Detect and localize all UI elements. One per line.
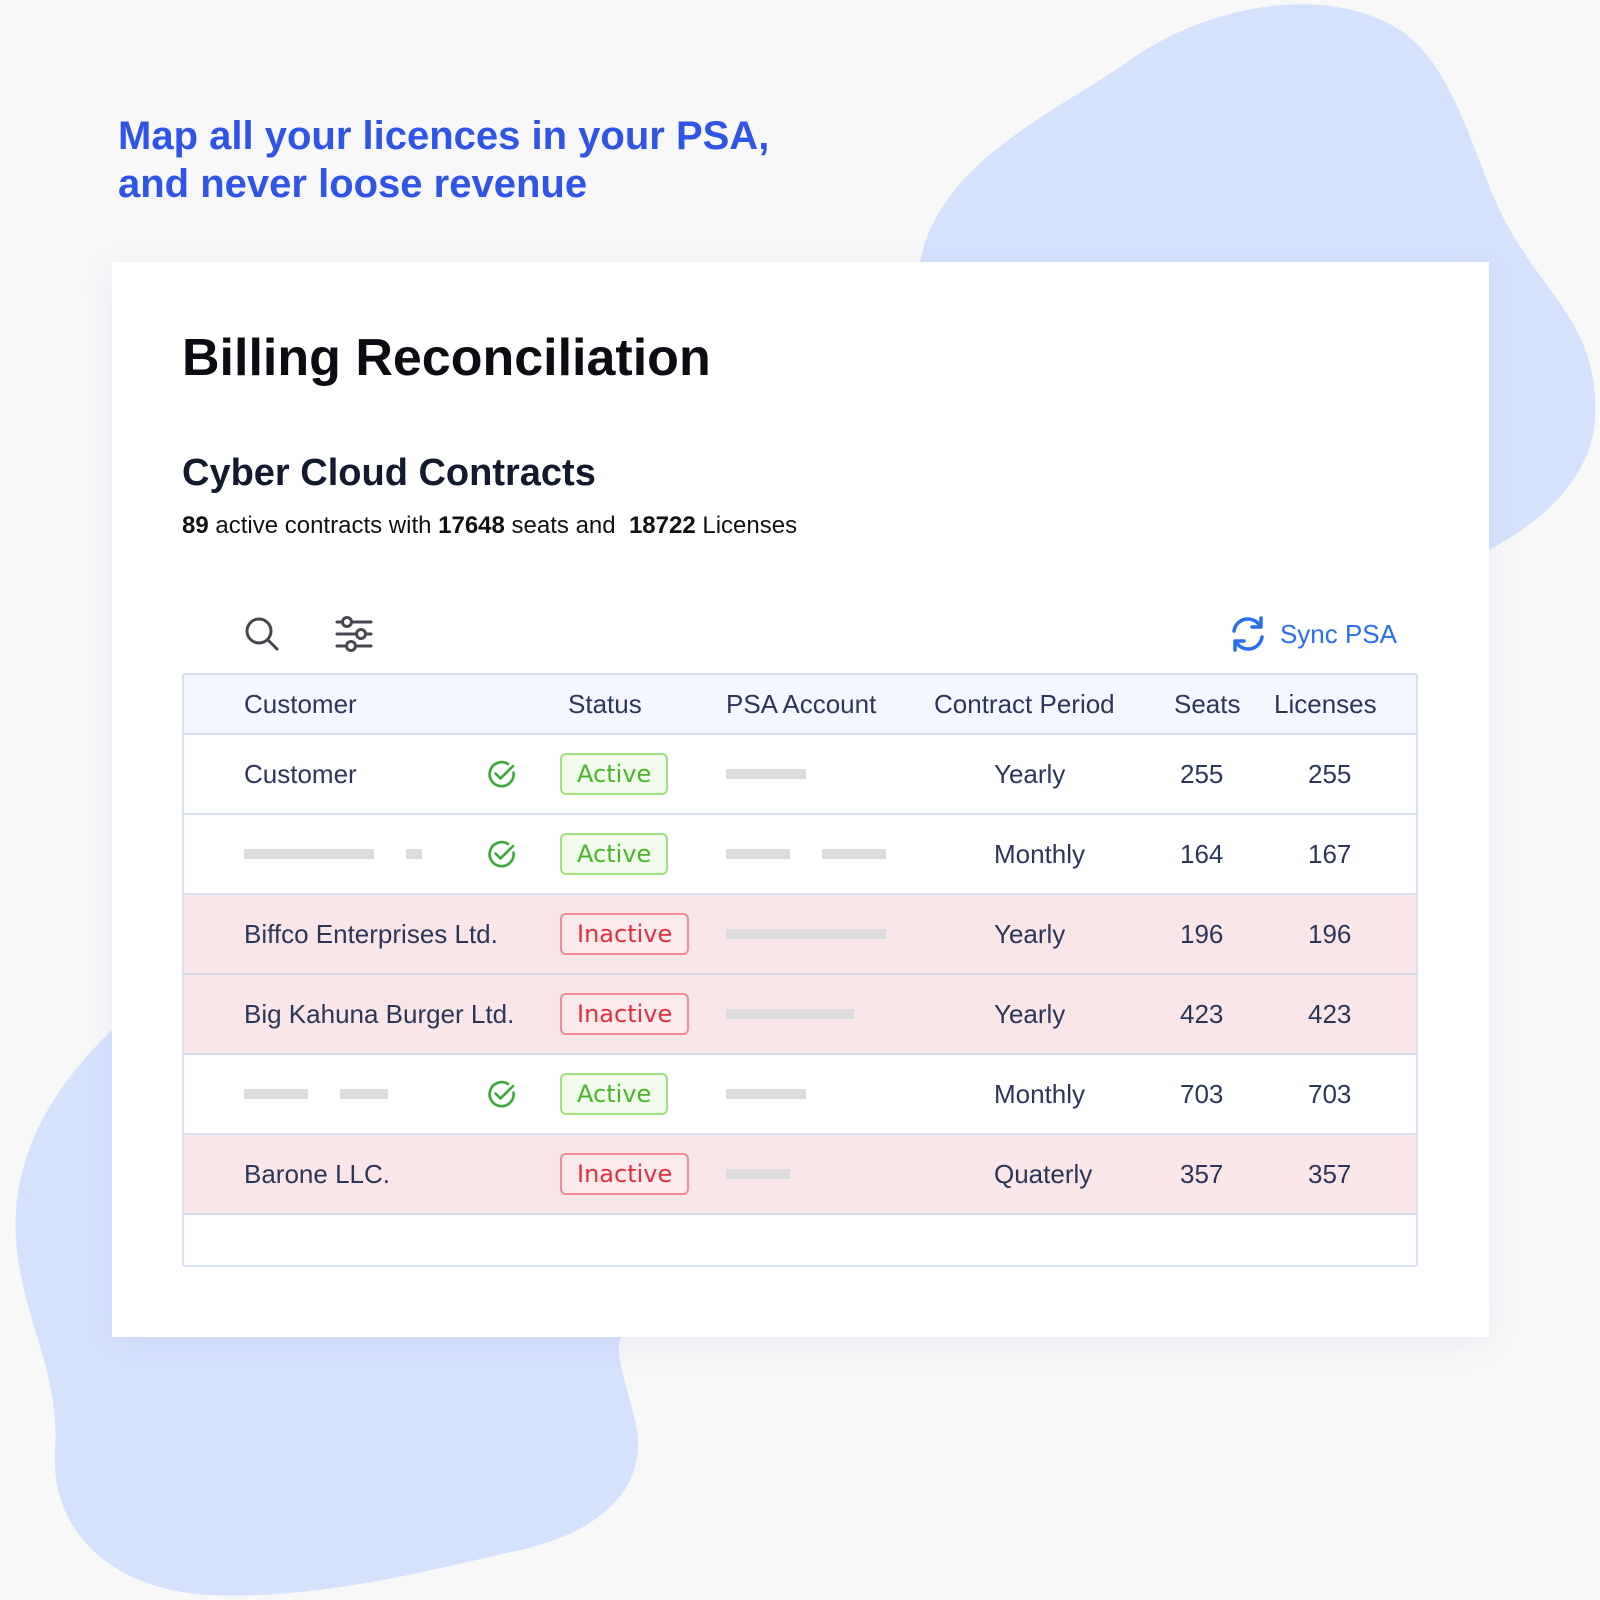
sync-psa-label: Sync PSA — [1279, 618, 1397, 649]
licenses-count: 255 — [1308, 758, 1352, 789]
status-badge: Active — [560, 1073, 669, 1115]
psa-account-placeholder — [726, 735, 806, 813]
status-badge: Inactive — [560, 993, 690, 1035]
psa-account-placeholder — [726, 1135, 790, 1213]
seats-count: 423 — [1180, 998, 1224, 1029]
customer-name: Biffco Enterprises Ltd. — [244, 918, 498, 949]
sync-psa-button[interactable]: Sync PSA — [1228, 612, 1397, 656]
licenses-count: 703 — [1308, 1078, 1352, 1109]
licenses-count: 423 — [1308, 998, 1352, 1029]
contract-period: Yearly — [994, 918, 1066, 949]
summary-text-2: seats and — [504, 512, 629, 539]
summary-contracts-count: 89 — [182, 512, 209, 539]
table-row[interactable]: Big Kahuna Burger Ltd. Inactive Yearly 4… — [184, 975, 1416, 1055]
psa-account-placeholder — [726, 1055, 806, 1133]
seats-count: 255 — [1180, 758, 1224, 789]
column-header-seats[interactable]: Seats — [1174, 675, 1241, 733]
contracts-table: Customer Status PSA Account Contract Per… — [182, 673, 1418, 1267]
customer-name: Big Kahuna Burger Ltd. — [244, 998, 515, 1029]
filter-button[interactable] — [332, 612, 376, 656]
section-title: Cyber Cloud Contracts — [182, 452, 596, 494]
summary-text-3: Licenses — [695, 512, 798, 539]
status-badge: Active — [560, 753, 669, 795]
seats-count: 357 — [1180, 1158, 1224, 1189]
customer-name: Barone LLC. — [244, 1158, 390, 1189]
column-header-licenses[interactable]: Licenses — [1274, 675, 1377, 733]
psa-account-placeholder — [726, 895, 886, 973]
column-header-contract-period[interactable]: Contract Period — [934, 675, 1115, 733]
contract-period: Quaterly — [994, 1158, 1093, 1189]
contracts-summary: 89 active contracts with 17648 seats and… — [182, 512, 797, 540]
verified-check-icon — [486, 815, 518, 893]
refresh-icon — [1232, 616, 1264, 652]
summary-licenses-count: 18722 — [628, 512, 696, 539]
table-row[interactable]: Biffco Enterprises Ltd. Inactive Yearly … — [184, 895, 1416, 975]
summary-seats-count: 17648 — [438, 512, 505, 539]
table-row[interactable]: Barone LLC. Inactive Quaterly 357 357 — [184, 1135, 1416, 1215]
status-badge: Active — [560, 833, 669, 875]
search-button[interactable] — [240, 612, 284, 656]
table-row[interactable]: Active Monthly 703 703 — [184, 1055, 1416, 1135]
search-icon — [245, 617, 279, 651]
contract-period: Monthly — [994, 1078, 1086, 1109]
column-header-customer[interactable]: Customer — [244, 675, 357, 733]
customer-name: Customer — [244, 758, 357, 789]
contract-period: Yearly — [994, 998, 1066, 1029]
status-badge: Inactive — [560, 913, 690, 955]
contract-period: Monthly — [994, 838, 1086, 869]
summary-text-1: active contracts with — [208, 512, 439, 539]
sliders-icon — [335, 616, 373, 652]
customer-name-placeholder — [244, 815, 422, 893]
verified-check-icon — [486, 735, 518, 813]
verified-check-icon — [486, 1055, 518, 1133]
table-row[interactable]: Customer Active Yearly 255 255 — [184, 735, 1416, 815]
seats-count: 164 — [1180, 838, 1224, 869]
marketing-tagline: Map all your licences in your PSA, and n… — [118, 112, 769, 208]
column-header-psa-account[interactable]: PSA Account — [726, 675, 876, 733]
psa-account-placeholder — [726, 815, 886, 893]
psa-account-placeholder — [726, 975, 854, 1053]
seats-count: 703 — [1180, 1078, 1224, 1109]
status-badge: Inactive — [560, 1153, 690, 1195]
seats-count: 196 — [1180, 918, 1224, 949]
customer-name-placeholder — [244, 1055, 388, 1133]
tagline-line-2: and never loose revenue — [118, 162, 588, 206]
licenses-count: 196 — [1308, 918, 1352, 949]
licenses-count: 357 — [1308, 1158, 1352, 1189]
contract-period: Yearly — [994, 758, 1066, 789]
column-header-status[interactable]: Status — [568, 675, 642, 733]
tagline-line-1: Map all your licences in your PSA, — [118, 114, 770, 158]
page-title: Billing Reconciliation — [182, 329, 711, 387]
table-header-row: Customer Status PSA Account Contract Per… — [184, 675, 1416, 735]
billing-card: Billing Reconciliation Cyber Cloud Contr… — [112, 262, 1489, 1337]
licenses-count: 167 — [1308, 838, 1352, 869]
table-row[interactable]: Active Monthly 164 167 — [184, 815, 1416, 895]
